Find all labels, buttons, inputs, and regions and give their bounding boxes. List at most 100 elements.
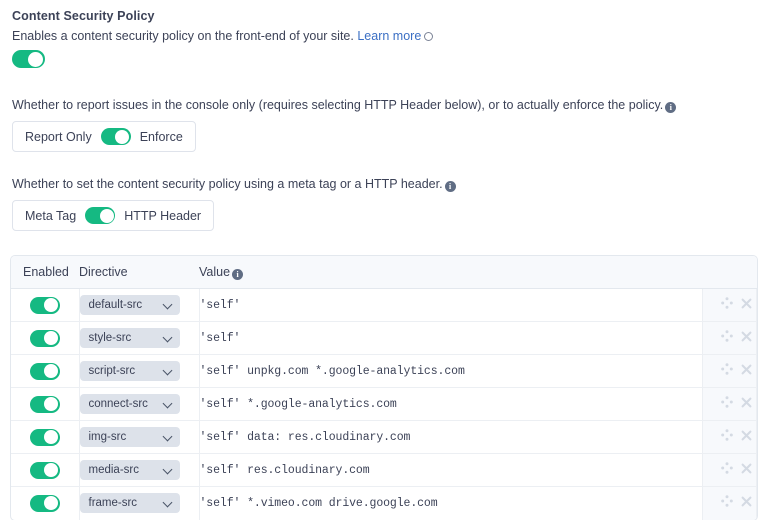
row-actions [703, 330, 756, 343]
move-icon[interactable] [721, 297, 733, 310]
move-icon[interactable] [721, 462, 733, 475]
value-input[interactable]: 'self' *.vimeo.com drive.google.com [200, 497, 438, 510]
directive-select[interactable]: media-src [79, 460, 180, 481]
toggle-knob [44, 364, 59, 378]
remove-icon[interactable] [741, 496, 752, 507]
cell-actions [702, 420, 757, 455]
cell-directive: default-src [79, 288, 200, 323]
value-input[interactable]: 'self' unpkg.com *.google-analytics.com [200, 365, 465, 378]
remove-icon[interactable] [741, 397, 752, 408]
row-enabled-toggle[interactable] [29, 428, 60, 446]
row-enabled-toggle[interactable] [29, 296, 60, 314]
cell-value[interactable]: 'self' [199, 321, 703, 356]
cell-value[interactable]: 'self' *.google-analytics.com [199, 387, 703, 422]
move-icon[interactable] [721, 396, 733, 409]
move-icon[interactable] [721, 429, 733, 442]
table-row: img-src 'self' data: res.cloudinary.com [11, 420, 757, 455]
column-header-value: Value i [199, 256, 703, 290]
column-header-directive: Directive [79, 256, 199, 290]
row-enabled-toggle[interactable] [29, 362, 60, 380]
toggle-knob [28, 51, 43, 67]
cell-value[interactable]: 'self' data: res.cloudinary.com [199, 420, 703, 455]
table-row: style-src 'self' [11, 321, 757, 356]
learn-more-link[interactable]: Learn more [357, 29, 421, 43]
info-icon[interactable]: i [444, 181, 456, 193]
value-input[interactable]: 'self' [200, 332, 241, 345]
cell-actions [702, 486, 757, 520]
report-mode-right-label: Enforce [139, 129, 183, 144]
directive-select-value: default-src [88, 299, 143, 312]
info-icon[interactable]: i [665, 102, 677, 114]
table-head: Enabled Directive Value i [11, 256, 757, 290]
directive-select[interactable]: script-src [79, 361, 180, 382]
csp-enabled-toggle-wrap [12, 50, 758, 68]
external-link-icon[interactable] [424, 32, 434, 41]
info-icon[interactable]: i [232, 269, 244, 281]
row-enabled-toggle[interactable] [29, 329, 60, 347]
cell-directive: media-src [79, 453, 200, 488]
csp-enabled-toggle[interactable] [12, 50, 45, 68]
chevron-down-icon [164, 433, 173, 442]
toggle-knob [44, 397, 59, 411]
move-icon[interactable] [721, 363, 733, 376]
cell-value[interactable]: 'self' *.vimeo.com drive.google.com [199, 486, 703, 520]
row-enabled-toggle[interactable] [29, 494, 60, 512]
directives-table-wrap: Enabled Directive Value i default-src 'sel… [10, 255, 758, 520]
delivery-mode-section: Whether to set the content security poli… [10, 176, 758, 232]
report-mode-switch[interactable]: Report Only Enforce [12, 121, 196, 153]
remove-icon[interactable] [741, 331, 752, 342]
chevron-down-icon [164, 400, 173, 409]
remove-icon[interactable] [741, 463, 752, 474]
cell-enabled [11, 354, 80, 389]
delivery-mode-toggle[interactable] [85, 207, 116, 225]
move-icon[interactable] [721, 330, 733, 343]
cell-actions [702, 387, 757, 422]
directive-select-value: style-src [88, 332, 132, 345]
directive-select[interactable]: style-src [79, 328, 180, 349]
directive-select[interactable]: img-src [79, 427, 180, 448]
value-input[interactable]: 'self' *.google-analytics.com [200, 398, 397, 411]
value-input[interactable]: 'self' res.cloudinary.com [200, 464, 370, 477]
remove-icon[interactable] [741, 430, 752, 441]
cell-value[interactable]: 'self' res.cloudinary.com [199, 453, 703, 488]
row-enabled-toggle[interactable] [29, 461, 60, 479]
toggle-knob [44, 331, 59, 345]
page-title: Content Security Policy [12, 9, 155, 23]
report-mode-toggle[interactable] [100, 128, 131, 146]
cell-value[interactable]: 'self' unpkg.com *.google-analytics.com [199, 354, 703, 389]
cell-directive: script-src [79, 354, 200, 389]
remove-icon[interactable] [741, 364, 752, 375]
value-input[interactable]: 'self' [200, 299, 241, 312]
table-row: connect-src 'self' *.google-analytics.com [11, 387, 757, 422]
row-enabled-toggle[interactable] [29, 395, 60, 413]
row-actions [703, 462, 756, 475]
directive-select[interactable]: default-src [79, 295, 180, 316]
toggle-knob [44, 463, 59, 477]
directives-table: Enabled Directive Value i default-src 'sel… [11, 256, 757, 520]
remove-icon[interactable] [741, 298, 752, 309]
directive-select[interactable]: frame-src [79, 493, 180, 514]
table-body: default-src 'self' style-src 'self' script-s… [11, 288, 757, 520]
section-description-text: Enables a content security policy on the… [12, 29, 354, 43]
table-header-row: Enabled Directive Value i [11, 256, 757, 290]
cell-value[interactable]: 'self' [199, 288, 703, 323]
toggle-knob [99, 208, 114, 223]
value-input[interactable]: 'self' data: res.cloudinary.com [200, 431, 411, 444]
toggle-knob [44, 298, 59, 312]
cell-actions [702, 453, 757, 488]
report-mode-prompt-text: Whether to report issues in the console … [12, 98, 664, 113]
cell-enabled [11, 453, 80, 488]
move-icon[interactable] [721, 495, 733, 508]
chevron-down-icon [164, 301, 173, 310]
chevron-down-icon [164, 367, 173, 376]
table-row: script-src 'self' unpkg.com *.google-anal… [11, 354, 757, 389]
delivery-mode-switch[interactable]: Meta Tag HTTP Header [12, 200, 215, 232]
toggle-knob [44, 430, 59, 444]
cell-enabled [11, 486, 80, 520]
directive-select-value: frame-src [88, 497, 138, 510]
directive-select-value: connect-src [88, 398, 148, 411]
cell-actions [702, 321, 757, 356]
cell-enabled [11, 288, 80, 323]
directive-select[interactable]: connect-src [79, 394, 180, 415]
delivery-mode-left-label: Meta Tag [25, 208, 77, 223]
